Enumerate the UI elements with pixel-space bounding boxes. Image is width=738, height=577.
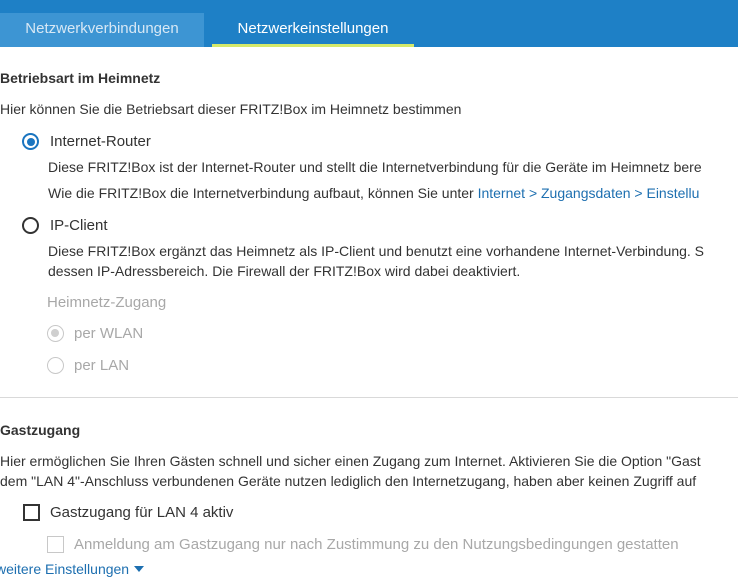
radio-selected-dot bbox=[26, 137, 35, 146]
tab-netzwerkverbindungen[interactable]: Netzwerkverbindungen bbox=[0, 13, 204, 47]
internet-router-label[interactable]: Internet-Router bbox=[50, 133, 151, 150]
internet-router-hint: Wie die FRITZ!Box die Internetverbindung… bbox=[48, 185, 699, 201]
gastzugang-lan4-label[interactable]: Gastzugang für LAN 4 aktiv bbox=[50, 504, 233, 521]
mode-section-heading: Betriebsart im Heimnetz bbox=[0, 70, 161, 86]
guest-section-description: Hier ermöglichen Sie Ihren Gästen schnel… bbox=[0, 453, 701, 469]
ip-client-radio[interactable] bbox=[22, 217, 39, 234]
internet-router-description: Diese FRITZ!Box ist der Internet-Router … bbox=[48, 159, 702, 175]
consent-label[interactable]: Anmeldung am Gastzugang nur nach Zustimm… bbox=[74, 536, 679, 553]
per-lan-label[interactable]: per LAN bbox=[74, 357, 129, 374]
tab-bar: Netzwerkverbindungen Netzwerkeinstellung… bbox=[0, 0, 738, 47]
more-settings-text: weitere Einstellungen bbox=[0, 561, 130, 577]
internet-router-hint-text: Wie die FRITZ!Box die Internetverbindung… bbox=[48, 185, 478, 201]
guest-section-heading: Gastzugang bbox=[0, 422, 81, 438]
ip-client-label[interactable]: IP-Client bbox=[50, 217, 108, 234]
mode-section-intro: Hier können Sie die Betriebsart dieser F… bbox=[0, 101, 462, 117]
ip-client-description-line2: dessen IP-Adressbereich. Die Firewall de… bbox=[48, 263, 521, 279]
ip-client-description: Diese FRITZ!Box ergänzt das Heimnetz als… bbox=[48, 243, 705, 259]
per-wlan-radio[interactable] bbox=[47, 325, 64, 342]
section-divider bbox=[0, 397, 738, 398]
heimnetz-zugang-label: Heimnetz-Zugang bbox=[47, 294, 167, 311]
consent-checkbox[interactable] bbox=[47, 536, 64, 553]
per-wlan-label[interactable]: per WLAN bbox=[74, 325, 143, 342]
zugangsdaten-link[interactable]: Internet > Zugangsdaten > Einstellu bbox=[478, 185, 700, 201]
more-settings-link[interactable]: weitere Einstellungen bbox=[0, 561, 145, 577]
per-lan-radio[interactable] bbox=[47, 357, 64, 374]
tab-netzwerkeinstellungen[interactable]: Netzwerkeinstellungen bbox=[212, 13, 414, 47]
internet-router-radio[interactable] bbox=[22, 133, 39, 150]
gastzugang-lan4-checkbox[interactable] bbox=[23, 504, 40, 521]
caret-down-icon bbox=[134, 566, 145, 572]
radio-selected-dot bbox=[51, 329, 59, 337]
guest-section-description-line2: dem "LAN 4"-Anschluss verbundenen Geräte… bbox=[0, 473, 697, 489]
